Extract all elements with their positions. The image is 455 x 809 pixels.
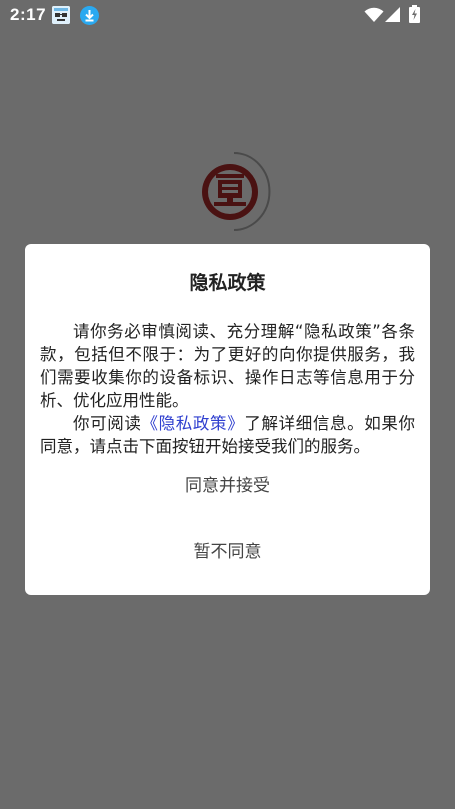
download-icon: [80, 6, 99, 25]
privacy-dialog: 隐私政策 请你务必审慎阅读、充分理解“隐私政策”各条款，包括但不限于：为了更好的…: [25, 244, 430, 595]
disagree-button[interactable]: 暂不同意: [25, 532, 430, 572]
dialog-title: 隐私政策: [189, 272, 266, 294]
app-notification-icon: [52, 6, 70, 24]
status-time: 2:17: [10, 5, 47, 24]
agree-button[interactable]: 同意并接受: [25, 466, 430, 506]
cellular-signal-icon: [384, 7, 401, 23]
privacy-policy-link[interactable]: 《隐私政策》: [142, 414, 245, 433]
wifi-icon: [364, 7, 384, 23]
status-bar: 2:17: [0, 0, 455, 30]
privacy-paragraph-1: 请你务必审慎阅读、充分理解“隐私政策”各条款，包括但不限于：为了更好的向你提供服…: [40, 322, 415, 410]
app-logo: [196, 150, 272, 236]
battery-charging-icon: [409, 5, 420, 23]
privacy-paragraph-2: 你可阅读《隐私政策》了解详细信息。如果你同意，请点击下面按钮开始接受我们的服务。: [40, 412, 415, 458]
paragraph-2-text-before: 你可阅读: [73, 414, 142, 433]
dialog-body: 请你务必审慎阅读、充分理解“隐私政策”各条款，包括但不限于：为了更好的向你提供服…: [40, 320, 415, 458]
